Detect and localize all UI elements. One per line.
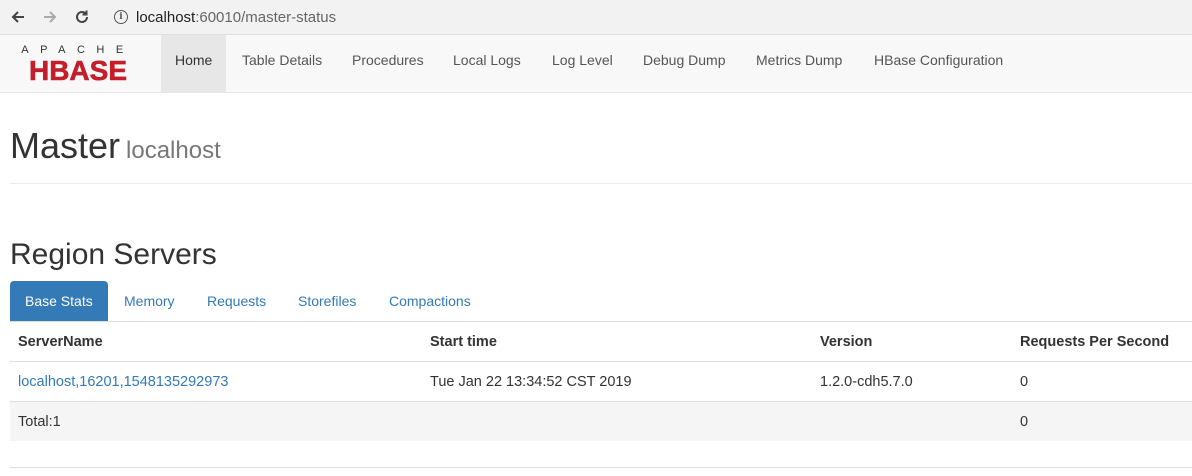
hbase-logo[interactable]: APACHE HBASE	[10, 42, 146, 86]
browser-toolbar: i localhost:60010/master-status	[0, 0, 1192, 35]
url-host: localhost	[136, 8, 196, 26]
requests-per-second-cell: 0	[1012, 361, 1192, 402]
version-cell: 1.2.0-cdh5.7.0	[812, 361, 1012, 402]
column-header-version[interactable]: Version	[812, 321, 1012, 362]
forward-arrow-icon[interactable]	[39, 6, 61, 28]
tab-compactions[interactable]: Compactions	[374, 281, 486, 321]
column-header-start-time[interactable]: Start time	[422, 321, 812, 362]
page-title-main: Master	[10, 125, 121, 166]
section-divider	[10, 467, 1192, 468]
region-servers-table: ServerName Start time Version Requests P…	[10, 321, 1192, 441]
server-name-cell: localhost,16201,1548135292973	[10, 361, 422, 402]
total-rps-cell: 0	[1012, 401, 1192, 441]
hbase-navbar: APACHE HBASE Home Table Details Procedur…	[0, 35, 1192, 93]
logo-hbase-text: HBASE	[29, 55, 127, 84]
total-label-cell: Total:1	[10, 401, 422, 441]
table-row: localhost,16201,1548135292973 Tue Jan 22…	[10, 361, 1192, 402]
header-divider	[10, 183, 1192, 184]
empty-cell	[422, 401, 812, 441]
column-header-requests-per-second[interactable]: Requests Per Second	[1012, 321, 1192, 362]
tab-base-stats[interactable]: Base Stats	[10, 281, 108, 321]
nav-local-logs[interactable]: Local Logs	[439, 35, 535, 92]
start-time-cell: Tue Jan 22 13:34:52 CST 2019	[422, 361, 812, 402]
url-path: :60010/master-status	[195, 8, 337, 26]
nav-hbase-configuration[interactable]: HBase Configuration	[860, 35, 1017, 92]
tab-storefiles[interactable]: Storefiles	[283, 281, 371, 321]
nav-debug-dump[interactable]: Debug Dump	[629, 35, 740, 92]
page-subtitle: localhost	[126, 137, 221, 164]
table-header-row: ServerName Start time Version Requests P…	[10, 321, 1192, 362]
region-servers-heading: Region Servers	[10, 238, 217, 271]
reload-icon[interactable]	[71, 6, 93, 28]
column-header-servername[interactable]: ServerName	[10, 321, 422, 362]
tab-memory[interactable]: Memory	[109, 281, 190, 321]
nav-log-level[interactable]: Log Level	[538, 35, 627, 92]
nav-table-details[interactable]: Table Details	[228, 35, 336, 92]
info-icon[interactable]: i	[114, 10, 128, 24]
nav-metrics-dump[interactable]: Metrics Dump	[742, 35, 856, 92]
nav-home[interactable]: Home	[161, 35, 227, 92]
empty-cell	[812, 401, 1012, 441]
page-title: Master localhost	[10, 126, 221, 171]
url-text: localhost:60010/master-status	[136, 9, 336, 26]
tab-requests[interactable]: Requests	[192, 281, 281, 321]
server-name-link[interactable]: localhost,16201,1548135292973	[18, 374, 228, 390]
back-arrow-icon[interactable]	[7, 6, 29, 28]
address-bar[interactable]: i localhost:60010/master-status	[104, 4, 1192, 30]
total-row: Total:1 0	[10, 401, 1192, 441]
nav-procedures[interactable]: Procedures	[338, 35, 438, 92]
